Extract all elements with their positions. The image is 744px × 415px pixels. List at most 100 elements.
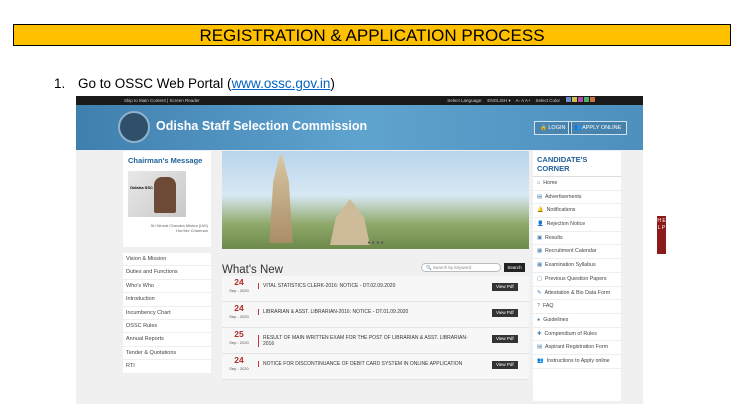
left-menu-item[interactable]: Annual Reports xyxy=(123,333,211,347)
corner-item[interactable]: ▤ Aspirant Registration Form xyxy=(533,341,621,355)
candidates-corner: CANDIDATE'S CORNER ⌂ Home ▤ Advertisements 🔔… xyxy=(533,151,621,401)
news-day: 24 xyxy=(234,303,244,313)
corner-item-icon: ▣ xyxy=(537,234,543,241)
font-size-controls[interactable]: A- A A+ xyxy=(516,96,531,105)
corner-item-label: Guidelines xyxy=(543,316,569,323)
slider-dots[interactable]: ● ● ● ● xyxy=(222,240,529,246)
news-row: 24 Sep - 2020 LIBRARIAN & ASST. LIBRARIAN-… xyxy=(222,302,529,328)
corner-item[interactable]: ▦ Recruitment Calendar xyxy=(533,245,621,260)
corner-item-label: Instructions to Apply online xyxy=(546,357,610,364)
corner-item-label: Home xyxy=(543,180,558,186)
corner-item-label: Compendium of Rules xyxy=(544,330,597,337)
corner-item-label: Results xyxy=(545,234,563,241)
chairman-message-box: Chairman's Message Odisha SSC Sri Nirmal… xyxy=(123,151,211,247)
corner-item-label: Examination Syllabus xyxy=(545,262,596,269)
site-header: Odisha Staff Selection Commission 🔒 LOGI… xyxy=(76,105,643,150)
corner-item[interactable]: ✚ Compendium of Rules xyxy=(533,328,621,342)
apply-online-button[interactable]: 👥 APPLY ONLINE xyxy=(568,121,628,135)
news-month: Sep - 2020 xyxy=(229,340,249,345)
search-input[interactable]: 🔍 Search by keyword xyxy=(421,263,501,272)
corner-item-label: Notifications xyxy=(546,207,576,214)
corner-item-icon: 👥 xyxy=(537,357,544,364)
color-label: Select Color xyxy=(535,98,560,103)
search-button[interactable]: Search xyxy=(504,263,525,272)
corner-item[interactable]: ● Guidelines xyxy=(533,314,621,328)
news-title[interactable]: NOTICE FOR DISCONTINUANCE OF DEBIT CARD … xyxy=(258,361,478,367)
candidates-corner-heading: CANDIDATE'S CORNER xyxy=(533,151,621,177)
corner-item-icon: ▦ xyxy=(537,248,543,255)
corner-item[interactable]: ▣ Results xyxy=(533,232,621,246)
left-menu-item[interactable]: Who's Who xyxy=(123,280,211,294)
corner-item[interactable]: ✎ Attestation & Bio Data Form xyxy=(533,287,621,301)
news-title[interactable]: LIBRARIAN & ASST. LIBRARIAN-2016: NOTICE… xyxy=(258,309,478,315)
news-month: Sep - 2020 xyxy=(229,366,249,371)
corner-item-icon: ✎ xyxy=(537,289,542,296)
chairman-figure xyxy=(154,177,176,213)
left-menu-item[interactable]: Vision & Mission xyxy=(123,253,211,267)
left-menu-item[interactable]: Duties and Functions xyxy=(123,266,211,280)
view-pdf-button[interactable]: View Pdf xyxy=(492,361,518,369)
color-swatch[interactable] xyxy=(590,97,595,102)
skip-link[interactable]: Skip to Main Content | Screen Reader xyxy=(124,96,200,105)
left-menu-item[interactable]: RTI xyxy=(123,360,211,374)
step-close: ) xyxy=(330,76,335,91)
chairman-heading: Chairman's Message xyxy=(128,156,203,165)
section-banner: REGISTRATION & APPLICATION PROCESS xyxy=(13,24,731,46)
corner-item-icon: 🔔 xyxy=(537,207,544,214)
news-day: 24 xyxy=(234,277,244,287)
corner-item[interactable]: 🔔 Notifications xyxy=(533,204,621,219)
color-swatch[interactable] xyxy=(572,97,577,102)
view-pdf-button[interactable]: View Pdf xyxy=(492,283,518,291)
corner-item-label: Advertisements xyxy=(545,193,582,200)
ossc-portal-link[interactable]: www.ossc.gov.in xyxy=(232,76,331,91)
left-menu: Vision & Mission Duties and Functions Who'… xyxy=(123,253,211,374)
site-title[interactable]: Odisha Staff Selection Commission xyxy=(156,119,367,133)
corner-item[interactable]: ? FAQ xyxy=(533,300,621,314)
view-pdf-button[interactable]: View Pdf xyxy=(492,335,518,343)
corner-item-icon: ? xyxy=(537,303,540,310)
left-menu-item[interactable]: Introduction xyxy=(123,293,211,307)
corner-item[interactable]: 👤 Rejection Notice xyxy=(533,218,621,232)
corner-item-icon: ▤ xyxy=(537,193,543,200)
corner-list: ⌂ Home ▤ Advertisements 🔔 Notifications 👤 Rejec… xyxy=(533,177,621,369)
step-instruction: 1. Go to OSSC Web Portal (www.ossc.gov.in… xyxy=(54,76,335,91)
language-select[interactable]: ENGLISH ▾ xyxy=(487,96,510,105)
corner-item-icon: ● xyxy=(537,316,541,323)
help-tab[interactable]: H E L P xyxy=(657,216,666,254)
corner-item-label: Recruitment Calendar xyxy=(545,248,597,255)
corner-item[interactable]: 👥 Instructions to Apply online xyxy=(533,355,621,369)
login-button[interactable]: 🔒 LOGIN xyxy=(534,121,572,135)
corner-item[interactable]: ▤ Advertisements xyxy=(533,191,621,205)
ossc-emblem-icon xyxy=(118,111,150,143)
corner-item-label: Rejection Notice xyxy=(546,221,586,228)
news-month: Sep - 2020 xyxy=(229,288,249,293)
corner-item[interactable]: ▦ Examination Syllabus xyxy=(533,259,621,273)
corner-item-icon: ▦ xyxy=(537,262,543,269)
corner-item-label: Aspirant Registration Form xyxy=(545,344,609,351)
left-menu-item[interactable]: Incumbency Chart xyxy=(123,307,211,320)
news-day: 25 xyxy=(234,329,244,339)
news-title[interactable]: RESULT OF MAIN WRITTEN EXAM FOR THE POST… xyxy=(258,335,478,347)
left-menu-item[interactable]: OSSC Rules xyxy=(123,320,211,334)
corner-item-icon: ▢ xyxy=(537,275,543,282)
color-swatch[interactable] xyxy=(566,97,571,102)
color-swatch[interactable] xyxy=(584,97,589,102)
hero-slider-image xyxy=(222,151,529,249)
view-pdf-button[interactable]: View Pdf xyxy=(492,309,518,317)
whats-new-heading: What's New xyxy=(222,264,283,276)
corner-item-icon: ⌂ xyxy=(537,180,541,186)
corner-item-icon: 👤 xyxy=(537,221,544,228)
color-swatches[interactable] xyxy=(565,96,595,105)
chairman-role: Hon'ble Chairman xyxy=(176,228,208,233)
corner-item[interactable]: ⌂ Home xyxy=(533,177,621,191)
left-menu-item[interactable]: Tender & Quotations xyxy=(123,347,211,361)
chairman-photo: Odisha SSC xyxy=(128,171,186,217)
step-text: Go to OSSC Web Portal ( xyxy=(78,76,232,91)
corner-item-label: FAQ xyxy=(542,303,554,310)
language-label: Select Language: xyxy=(447,98,483,103)
news-row: 25 Sep - 2020 RESULT OF MAIN WRITTEN EXAM … xyxy=(222,328,529,354)
step-number: 1. xyxy=(54,76,66,91)
corner-item[interactable]: ▢ Previous Question Papers xyxy=(533,273,621,287)
color-swatch[interactable] xyxy=(578,97,583,102)
news-title[interactable]: VITAL STATISTICS CLERK-2016: NOTICE - DT… xyxy=(258,283,478,289)
